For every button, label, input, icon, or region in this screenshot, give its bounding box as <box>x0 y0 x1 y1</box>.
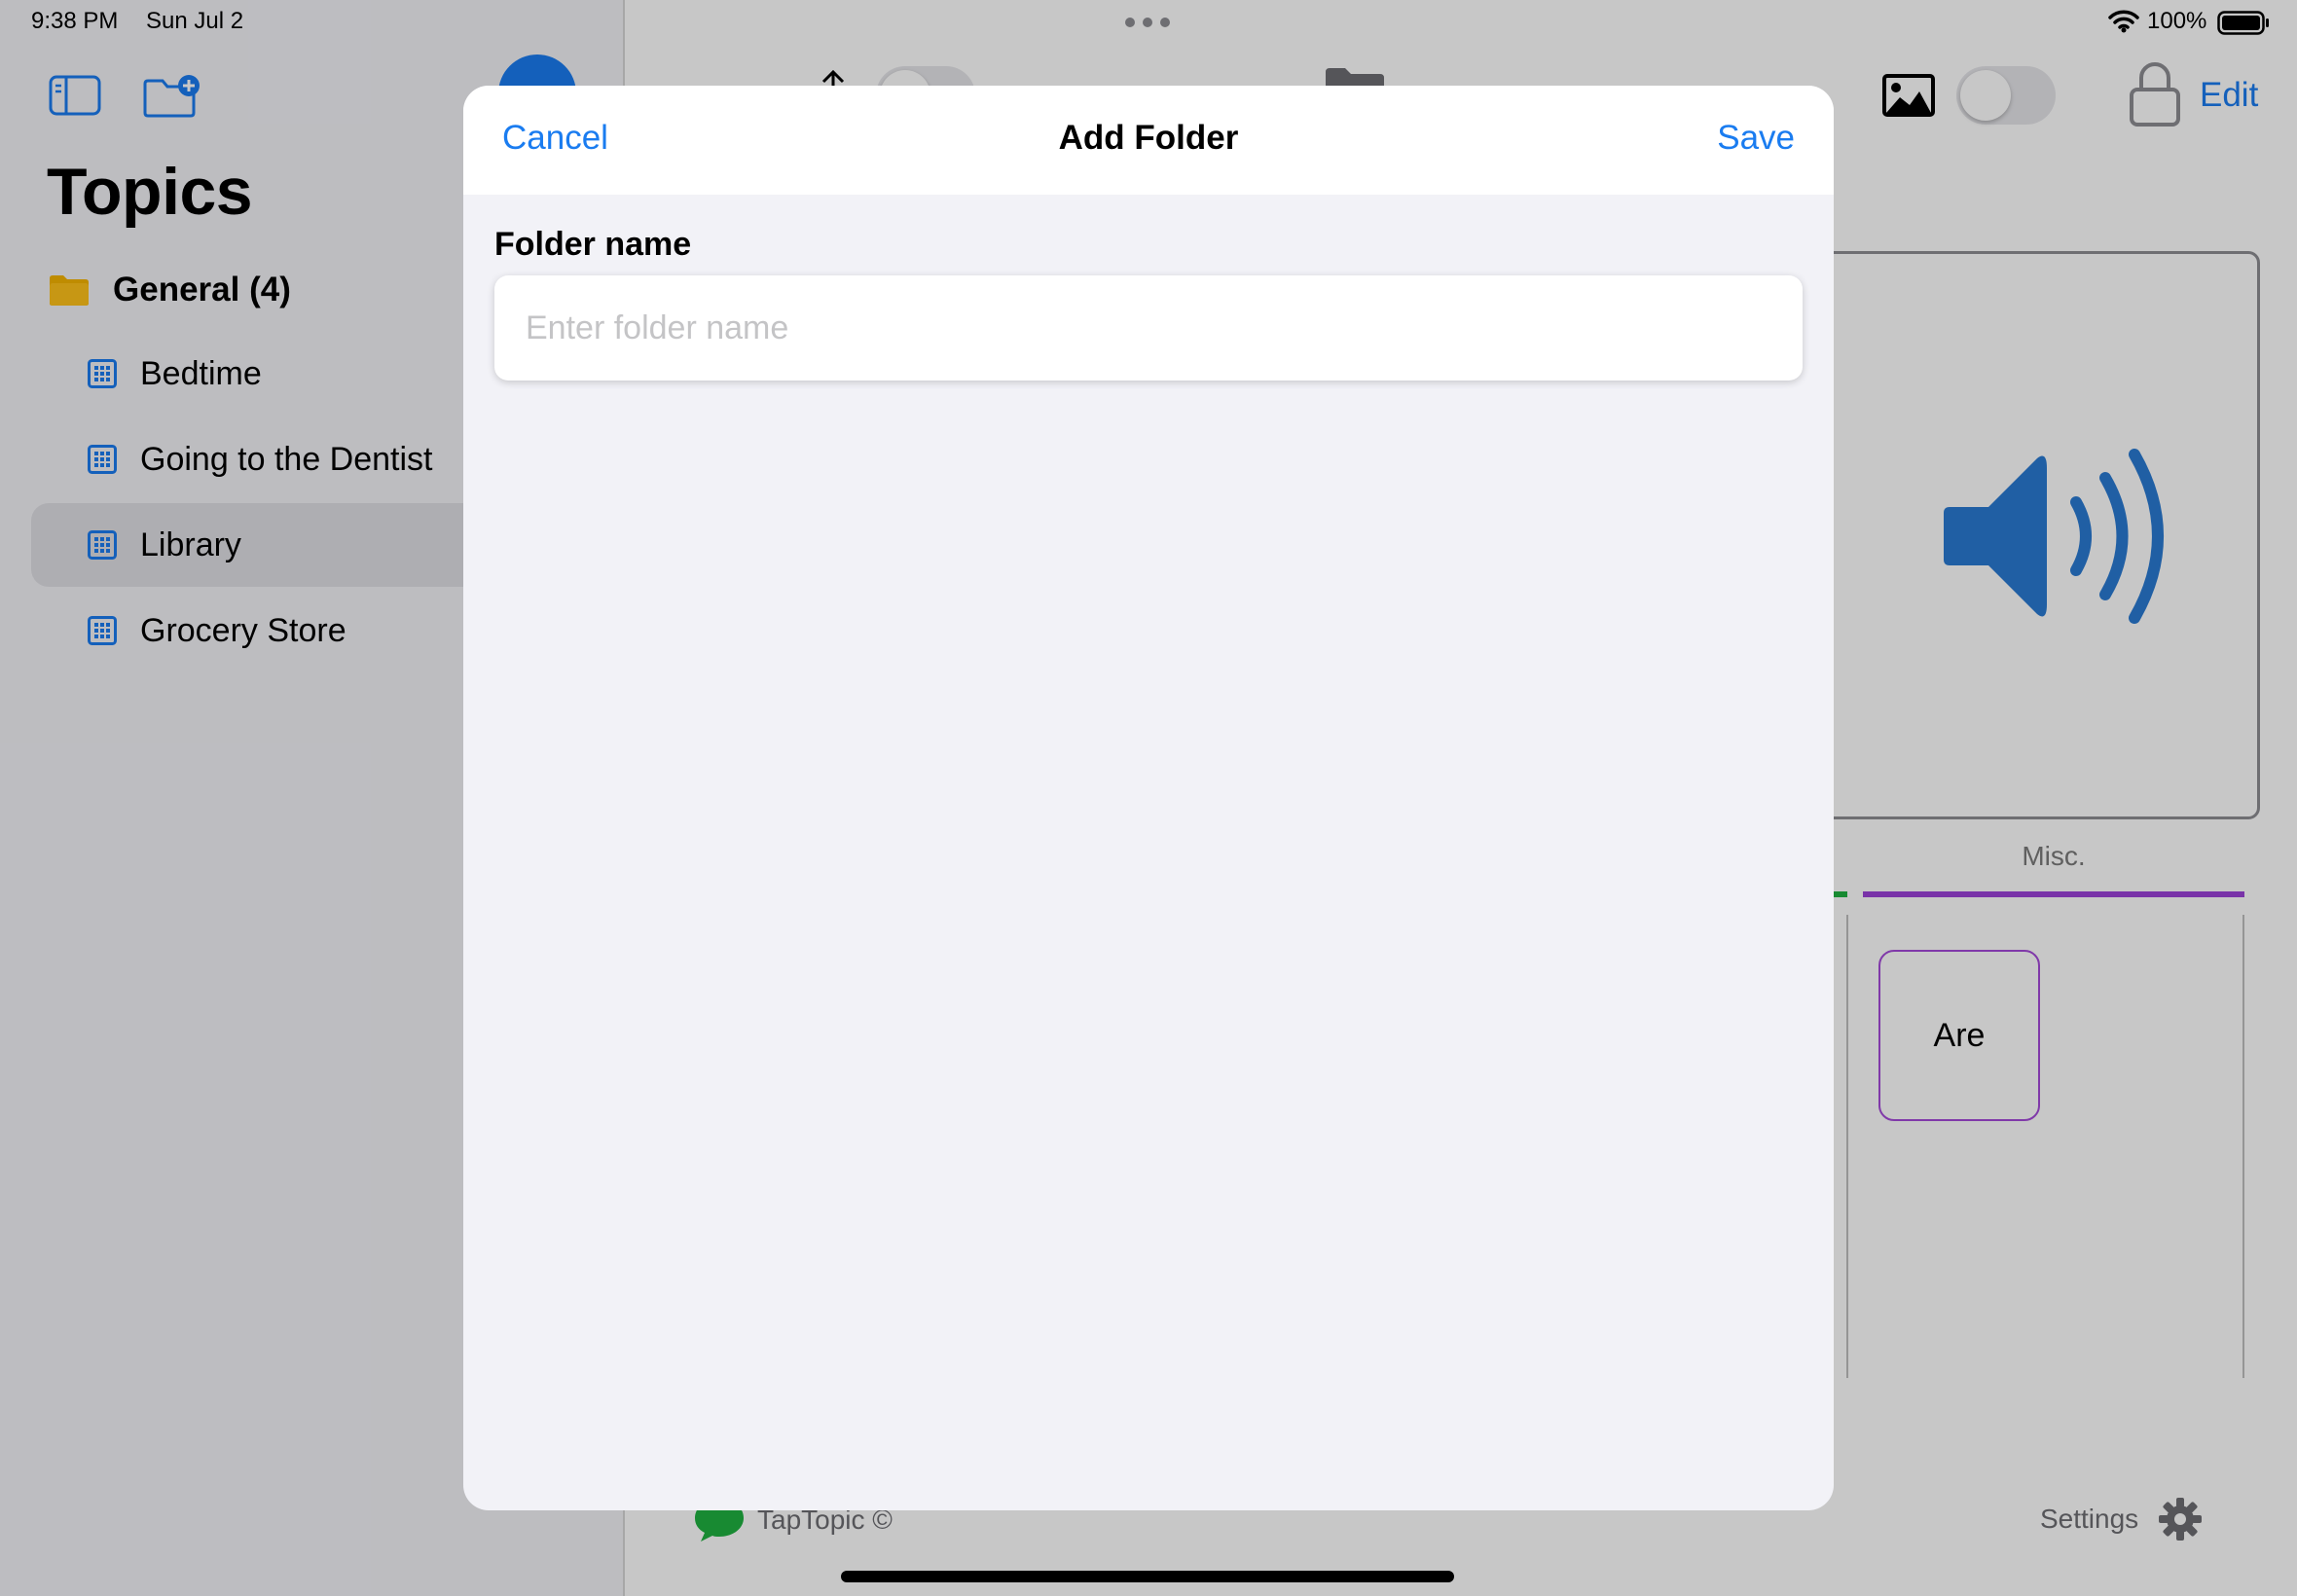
sheet-title: Add Folder <box>1058 119 1239 157</box>
save-button[interactable]: Save <box>1717 119 1795 158</box>
home-indicator[interactable] <box>841 1571 1454 1582</box>
folder-name-label: Folder name <box>494 226 692 263</box>
folder-name-input[interactable] <box>494 275 1803 381</box>
sheet-header: Cancel Add Folder Save <box>463 86 1834 195</box>
cancel-button[interactable]: Cancel <box>502 119 608 158</box>
add-folder-sheet: Cancel Add Folder Save Folder name <box>463 86 1834 1510</box>
